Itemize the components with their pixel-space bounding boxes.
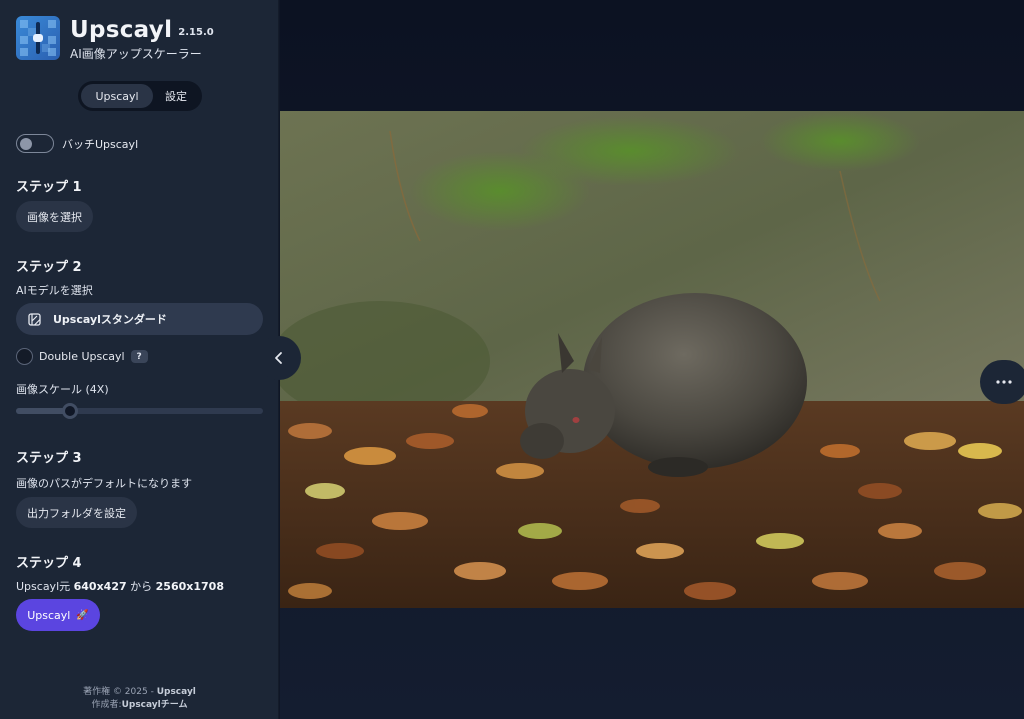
credit-text: 作成者: <box>91 700 122 710</box>
model-swap-icon <box>28 312 41 326</box>
more-options-button[interactable] <box>980 360 1024 404</box>
model-select-value: Upscaylスタンダード <box>53 313 167 326</box>
footer: 著作権 © 2025 - Upscayl 作成者:Upscaylチーム <box>0 686 279 712</box>
upscayl-logo-icon <box>16 16 60 60</box>
scale-label: 画像スケール (4X) <box>16 383 109 396</box>
copyright-text: 著作権 © 2025 - <box>83 687 154 697</box>
credit-name: Upscaylチーム <box>121 700 188 710</box>
rocket-icon: 🚀 <box>76 609 89 621</box>
chevron-left-icon <box>275 352 282 364</box>
batch-toggle[interactable] <box>16 134 54 153</box>
step4-heading: ステップ 4 <box>16 556 82 571</box>
size-connector: から <box>130 580 153 593</box>
image-preview <box>280 111 1024 608</box>
double-upscayl-label: Double Upscayl <box>39 350 125 363</box>
to-size: 2560x1708 <box>155 580 224 593</box>
help-icon[interactable]: ? <box>130 350 148 363</box>
tab-settings[interactable]: 設定 <box>153 84 199 108</box>
model-select[interactable]: Upscaylスタンダード <box>16 303 263 335</box>
tab-bar: Upscayl 設定 <box>78 81 202 111</box>
step1-heading: ステップ 1 <box>16 180 82 195</box>
more-horizontal-icon <box>996 380 1012 384</box>
sidebar: Upscayl 2.15.0 AI画像アップスケーラー Upscayl 設定 バッ… <box>0 0 279 719</box>
tab-upscayl[interactable]: Upscayl <box>81 84 153 108</box>
upscayl-button[interactable]: Upscayl 🚀 <box>16 599 100 631</box>
copyright-name: Upscayl <box>156 687 196 697</box>
select-image-button[interactable]: 画像を選択 <box>16 201 93 232</box>
app-version: 2.15.0 <box>178 27 214 38</box>
double-upscayl-row: Double Upscayl ? <box>16 348 148 365</box>
from-size: 640x427 <box>73 580 127 593</box>
batch-toggle-label: バッチUpscayl <box>62 137 139 151</box>
app-name: Upscayl <box>70 17 173 43</box>
step2-heading: ステップ 2 <box>16 260 82 275</box>
scale-slider[interactable] <box>16 403 263 419</box>
output-path-info: 画像のパスがデフォルトになります <box>16 477 192 490</box>
upscayl-button-label: Upscayl <box>27 608 71 622</box>
app-subtitle: AI画像アップスケーラー <box>70 47 202 61</box>
size-prefix: Upscayl元 <box>16 580 71 593</box>
sidebar-collapse-button[interactable] <box>257 336 301 380</box>
upscale-size-info: Upscayl元 640x427 から 2560x1708 <box>16 578 224 594</box>
scale-slider-thumb[interactable] <box>62 403 79 419</box>
model-label: AIモデルを選択 <box>16 284 93 297</box>
double-upscayl-checkbox[interactable] <box>16 348 33 365</box>
brand: Upscayl 2.15.0 AI画像アップスケーラー <box>16 16 214 62</box>
step3-heading: ステップ 3 <box>16 451 82 466</box>
set-output-folder-button[interactable]: 出力フォルダを設定 <box>16 497 137 528</box>
batch-row: バッチUpscayl <box>16 134 138 153</box>
